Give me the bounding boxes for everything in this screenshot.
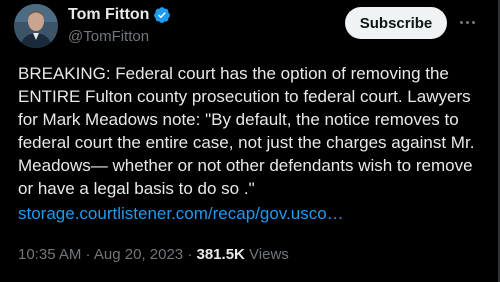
tweet-link[interactable]: storage.courtlistener.com/recap/gov.usco… [18, 202, 344, 225]
views-count: 381.5K [196, 246, 245, 263]
tweet-date[interactable]: Aug 20, 2023 [94, 246, 183, 263]
more-dot [465, 20, 469, 24]
meta-separator: · [81, 246, 94, 263]
views-label: Views [244, 246, 289, 263]
author-handle[interactable]: @TomFitton [68, 28, 149, 45]
author-name[interactable]: Tom Fitton [68, 6, 149, 24]
tweet: Tom Fitton @TomFitton Subscribe BREAKING… [0, 0, 500, 282]
subscribe-button[interactable]: Subscribe [345, 7, 447, 39]
tweet-meta: 10:35 AM · Aug 20, 2023 · 381.5K Views [18, 246, 289, 263]
tweet-text: BREAKING: Federal court has the option o… [18, 64, 475, 198]
more-dot [459, 20, 463, 24]
author-name-row[interactable]: Tom Fitton [68, 6, 171, 24]
meta-separator: · [183, 246, 197, 263]
avatar-photo [14, 4, 58, 48]
more-options-icon[interactable] [455, 12, 479, 32]
verified-badge-icon [153, 6, 171, 24]
tweet-time[interactable]: 10:35 AM [18, 246, 81, 263]
avatar[interactable] [14, 4, 58, 48]
more-dot [471, 20, 475, 24]
